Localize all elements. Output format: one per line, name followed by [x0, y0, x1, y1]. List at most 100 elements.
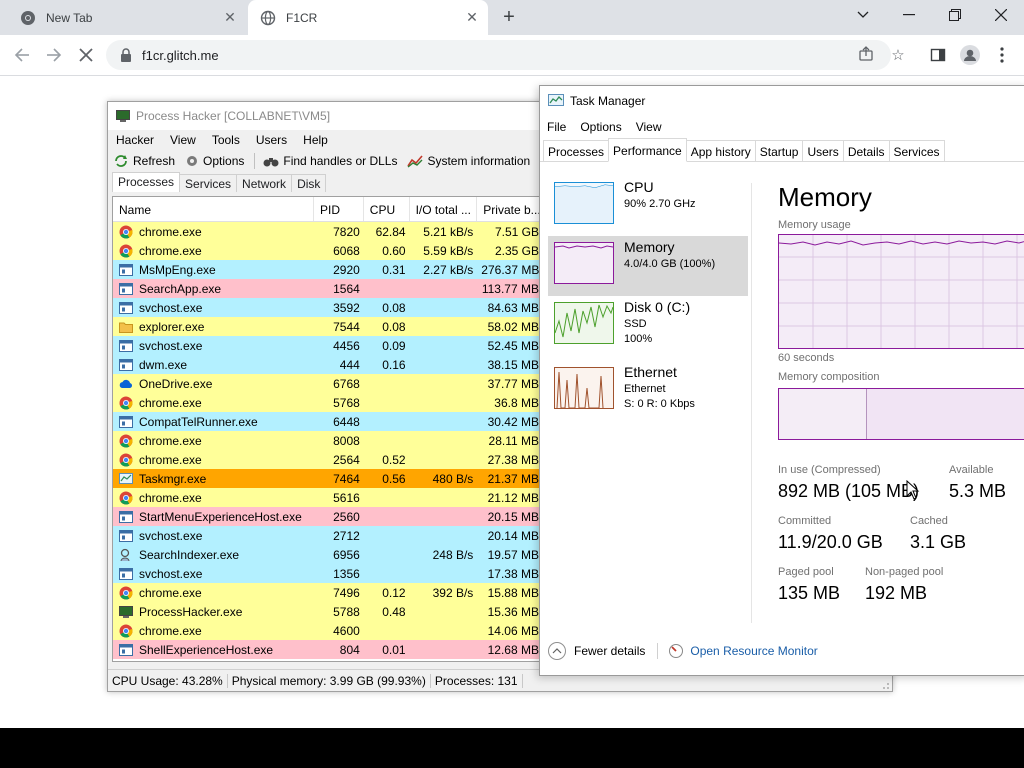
tab-disk[interactable]: Disk [291, 174, 327, 192]
resource-ethernet[interactable]: Ethernet Ethernet S: 0 R: 0 Kbps [548, 361, 748, 421]
close-icon[interactable] [978, 0, 1024, 30]
column-header-private-bytes[interactable]: Private b... [477, 197, 543, 221]
table-row[interactable]: SearchApp.exe 1564 113.77 MB [113, 279, 543, 298]
cpu-cell: 0.16 [382, 357, 406, 372]
table-row[interactable]: chrome.exe 6068 0.60 5.59 kB/s 2.35 GB [113, 241, 543, 260]
stop-loading-icon[interactable] [72, 41, 100, 69]
tab-services[interactable]: Services [888, 140, 945, 161]
table-row[interactable]: svchost.exe 2712 20.14 MB [113, 526, 543, 545]
tab-network[interactable]: Network [236, 174, 293, 192]
address-bar[interactable]: f1cr.glitch.me ☆ [106, 40, 905, 70]
table-row[interactable]: svchost.exe 4456 0.09 52.45 MB [113, 336, 543, 355]
table-row[interactable]: chrome.exe 5768 36.8 MB [113, 393, 543, 412]
find-handles-button[interactable]: Find handles or DLLs [263, 154, 397, 168]
tab-startup[interactable]: Startup [754, 140, 804, 161]
profile-avatar-icon[interactable] [956, 41, 984, 69]
ethernet-mini-graph [554, 367, 614, 409]
table-row[interactable]: chrome.exe 7820 62.84 5.21 kB/s 7.51 GB [113, 222, 543, 241]
tab-performance[interactable]: Performance [608, 138, 687, 162]
table-row[interactable]: MsMpEng.exe 2920 0.31 2.27 kB/s 276.37 MB [113, 260, 543, 279]
restore-icon[interactable] [932, 0, 978, 30]
back-icon[interactable] [8, 41, 36, 69]
process-name: Taskmgr.exe [139, 471, 207, 486]
cpu-cell: 0.08 [382, 319, 406, 334]
system-information-button[interactable]: System information [407, 154, 530, 168]
tab-strip: New Tab ✕ F1CR ✕ + [0, 0, 1024, 35]
graph-time-label: 60 seconds [778, 352, 835, 364]
close-tab-icon[interactable]: ✕ [464, 9, 480, 25]
table-row[interactable]: chrome.exe 5616 21.12 MB [113, 488, 543, 507]
pid-cell: 3592 [333, 300, 360, 315]
column-header-name[interactable]: Name [113, 197, 314, 221]
tab-processes[interactable]: Processes [112, 172, 181, 192]
tab-new-tab[interactable]: New Tab ✕ [8, 0, 246, 35]
table-row[interactable]: ProcessHacker.exe 5788 0.48 15.36 MB [113, 602, 543, 621]
options-button[interactable]: Options [185, 154, 244, 168]
table-row[interactable]: chrome.exe 7496 0.12 392 B/s 15.88 MB [113, 583, 543, 602]
cpu-cell: 0.56 [382, 471, 406, 486]
bookmark-star-icon[interactable]: ☆ [888, 46, 908, 66]
table-row[interactable]: StartMenuExperienceHost.exe 2560 20.15 MB [113, 507, 543, 526]
forward-icon[interactable] [40, 41, 68, 69]
menu-options[interactable]: Options [573, 120, 628, 134]
status-process-count: Processes: 131 [431, 673, 523, 688]
menu-tools[interactable]: Tools [204, 133, 248, 147]
new-tab-button[interactable]: + [496, 4, 522, 30]
cpu-cell: 0.09 [382, 338, 406, 353]
table-row[interactable]: chrome.exe 4600 14.06 MB [113, 621, 543, 640]
tab-services[interactable]: Services [179, 174, 238, 192]
io-cell: 392 B/s [432, 585, 474, 600]
menu-users[interactable]: Users [248, 133, 295, 147]
resource-disk[interactable]: Disk 0 (C:) SSD 100% [548, 296, 748, 356]
more-menu-icon[interactable] [988, 41, 1016, 69]
menu-hacker[interactable]: Hacker [108, 133, 162, 147]
minimize-icon[interactable] [886, 0, 932, 30]
table-row[interactable]: chrome.exe 8008 28.11 MB [113, 431, 543, 450]
resize-grip-icon[interactable] [880, 679, 890, 689]
close-tab-icon[interactable]: ✕ [222, 9, 238, 25]
process-name: chrome.exe [139, 395, 202, 410]
open-resource-monitor-link[interactable]: Open Resource Monitor [668, 643, 818, 659]
table-row[interactable]: ShellExperienceHost.exe 804 0.01 12.68 MB [113, 640, 543, 659]
tab-processes[interactable]: Processes [543, 140, 610, 161]
chevron-down-icon[interactable] [840, 0, 886, 30]
menu-file[interactable]: File [540, 120, 573, 134]
menu-view[interactable]: View [162, 133, 204, 147]
chrome-icon [119, 586, 133, 600]
table-row[interactable]: chrome.exe 2564 0.52 27.38 MB [113, 450, 543, 469]
tab-app-history[interactable]: App history [685, 140, 756, 161]
io-cell: 2.27 kB/s [423, 262, 474, 277]
table-row[interactable]: dwm.exe 444 0.16 38.15 MB [113, 355, 543, 374]
resource-cpu[interactable]: CPU 90% 2.70 GHz [548, 176, 748, 236]
options-label: Options [203, 154, 245, 168]
binoculars-icon [263, 158, 279, 167]
share-icon[interactable] [856, 46, 876, 66]
refresh-button[interactable]: Refresh [113, 154, 175, 168]
fewer-details-button[interactable]: Fewer details [548, 642, 645, 660]
tab-users[interactable]: Users [802, 140, 844, 161]
table-row[interactable]: svchost.exe 3592 0.08 84.63 MB [113, 298, 543, 317]
resource-memory[interactable]: Memory 4.0/4.0 GB (100%) [548, 236, 748, 296]
tab-details[interactable]: Details [842, 140, 890, 161]
lock-icon[interactable] [120, 48, 134, 62]
tab-f1cr[interactable]: F1CR ✕ [248, 0, 488, 35]
table-row[interactable]: OneDrive.exe 6768 37.77 MB [113, 374, 543, 393]
table-row[interactable]: SearchIndexer.exe 6956 248 B/s 19.57 MB [113, 545, 543, 564]
graph-icon [407, 155, 424, 168]
table-row[interactable]: svchost.exe 1356 17.38 MB [113, 564, 543, 583]
refresh-icon [115, 155, 127, 167]
column-header-cpu[interactable]: CPU [364, 197, 410, 221]
column-header-pid[interactable]: PID [314, 197, 364, 221]
side-panel-icon[interactable] [924, 41, 952, 69]
table-row[interactable]: explorer.exe 7544 0.08 58.02 MB [113, 317, 543, 336]
tm-title-bar[interactable]: Task Manager [540, 86, 1024, 116]
column-header-io-total[interactable]: I/O total ... [410, 197, 478, 221]
io-cell: 5.59 kB/s [423, 243, 474, 258]
table-row[interactable]: CompatTelRunner.exe 6448 30.42 MB [113, 412, 543, 431]
menu-help[interactable]: Help [295, 133, 336, 147]
table-row[interactable]: Taskmgr.exe 7464 0.56 480 B/s 21.37 MB [113, 469, 543, 488]
menu-view[interactable]: View [629, 120, 669, 134]
private-bytes-cell: 276.37 MB [481, 262, 540, 277]
chrome-icon [119, 624, 133, 638]
cpu-cell: 0.52 [382, 452, 406, 467]
